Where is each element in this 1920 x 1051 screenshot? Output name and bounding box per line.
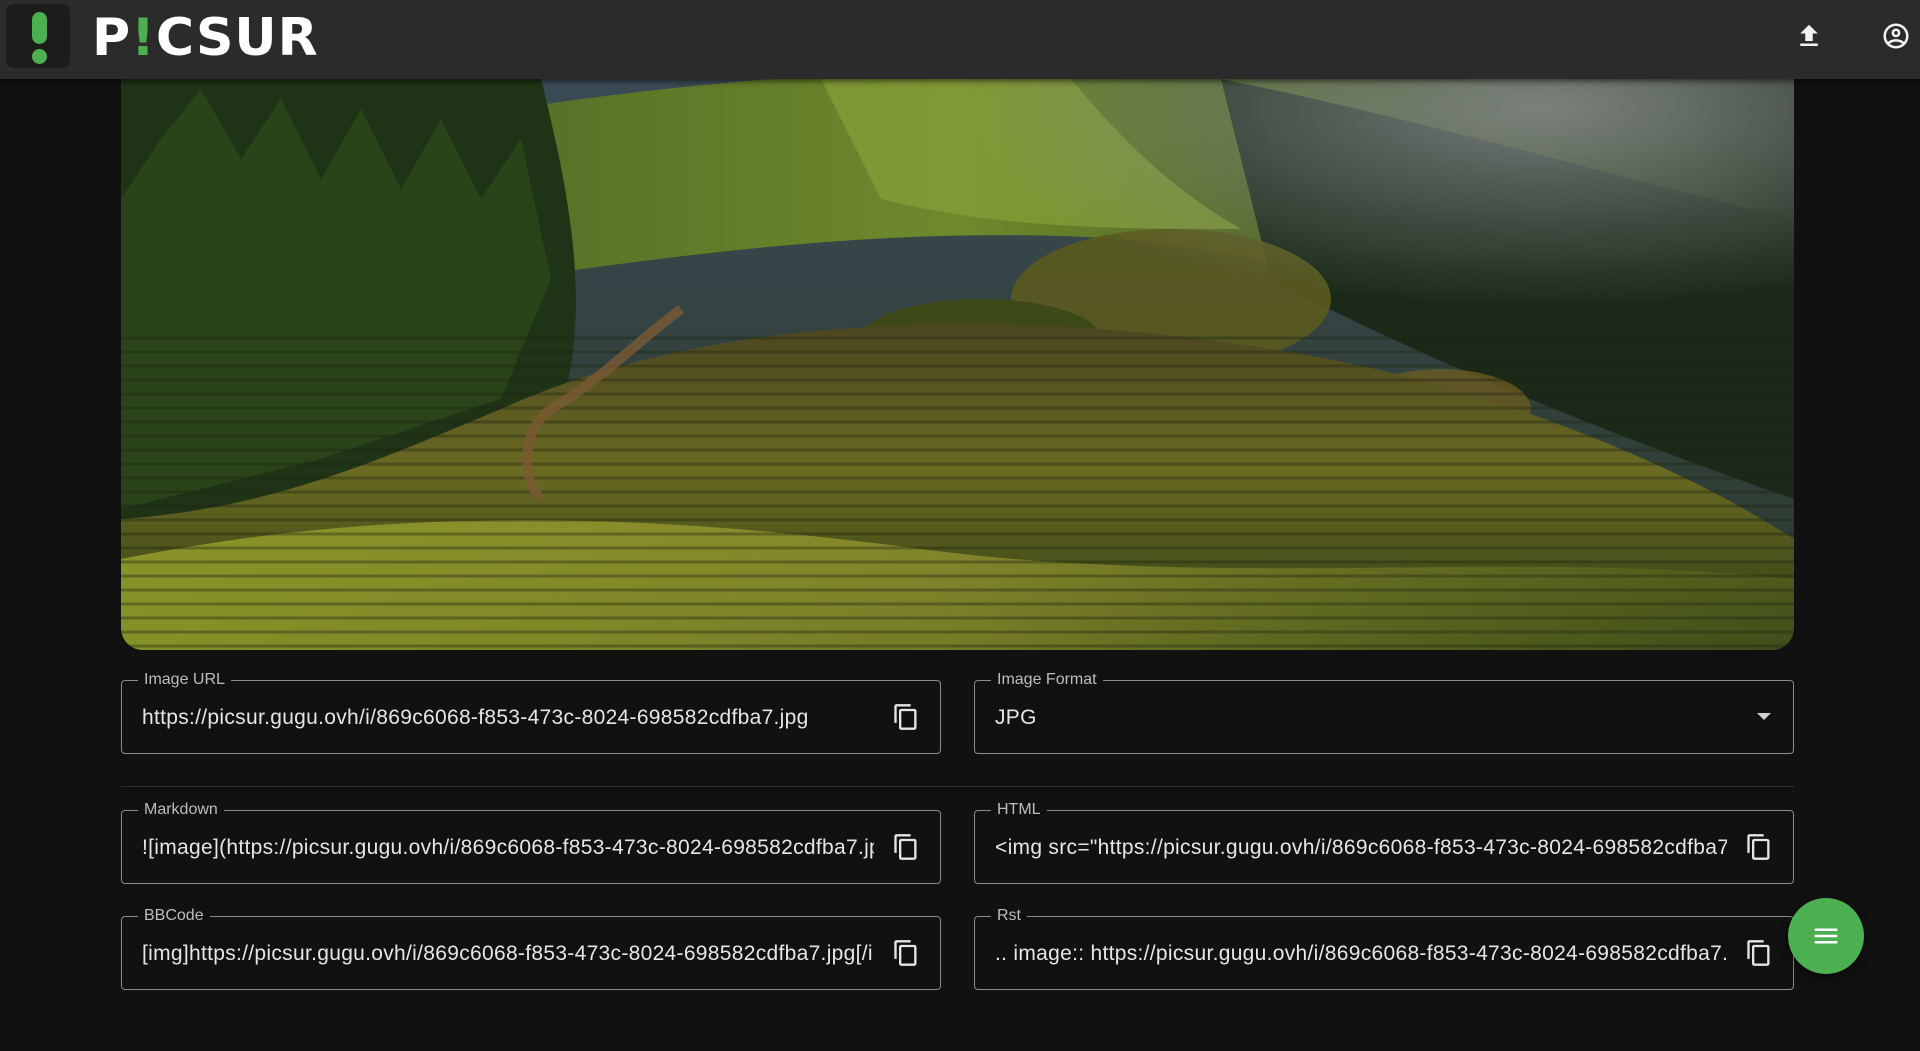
- image-format-value[interactable]: JPG: [995, 706, 1727, 730]
- rst-label: Rst: [991, 907, 1027, 925]
- wordmark-prefix: P: [92, 8, 132, 68]
- menu-icon: [1814, 928, 1838, 944]
- app-wordmark[interactable]: P!CSUR: [92, 10, 319, 66]
- bbcode-value[interactable]: [img]https://picsur.gugu.ovh/i/869c6068-…: [142, 942, 874, 966]
- menu-fab-button[interactable]: [1788, 898, 1864, 974]
- html-label: HTML: [991, 801, 1047, 819]
- rst-field[interactable]: Rst .. image:: https://picsur.gugu.ovh/i…: [974, 907, 1794, 990]
- section-divider: [121, 786, 1794, 787]
- copy-icon[interactable]: [890, 937, 922, 969]
- top-app-bar: P!CSUR: [0, 0, 1920, 79]
- logo-icon[interactable]: [6, 4, 70, 68]
- markdown-value[interactable]: ![image](https://picsur.gugu.ovh/i/869c6…: [142, 836, 874, 860]
- rst-value[interactable]: .. image:: https://picsur.gugu.ovh/i/869…: [995, 942, 1727, 966]
- bbcode-label: BBCode: [138, 907, 210, 925]
- copy-icon[interactable]: [890, 701, 922, 733]
- image-url-field[interactable]: Image URL https://picsur.gugu.ovh/i/869c…: [121, 671, 941, 754]
- image-url-value[interactable]: https://picsur.gugu.ovh/i/869c6068-f853-…: [142, 706, 874, 730]
- wordmark-i: !: [131, 8, 156, 68]
- markdown-label: Markdown: [138, 801, 224, 819]
- landscape-photo: [121, 79, 1794, 650]
- markdown-field[interactable]: Markdown ![image](https://picsur.gugu.ov…: [121, 801, 941, 884]
- logo-bar: [32, 12, 47, 44]
- image-url-label: Image URL: [138, 671, 231, 689]
- image-format-select[interactable]: Image Format JPG: [974, 671, 1794, 754]
- copy-icon[interactable]: [1743, 831, 1775, 863]
- copy-icon[interactable]: [1743, 937, 1775, 969]
- account-circle-icon[interactable]: [1876, 16, 1916, 56]
- wordmark-suffix: CSUR: [155, 8, 319, 68]
- dropdown-arrow-icon[interactable]: [1757, 713, 1771, 720]
- logo-dot: [32, 49, 47, 64]
- copy-icon[interactable]: [890, 831, 922, 863]
- upload-icon[interactable]: [1789, 16, 1829, 56]
- html-value[interactable]: <img src="https://picsur.gugu.ovh/i/869c…: [995, 836, 1727, 860]
- image-format-label: Image Format: [991, 671, 1103, 689]
- html-field[interactable]: HTML <img src="https://picsur.gugu.ovh/i…: [974, 801, 1794, 884]
- uploaded-image: [121, 79, 1794, 650]
- bbcode-field[interactable]: BBCode [img]https://picsur.gugu.ovh/i/86…: [121, 907, 941, 990]
